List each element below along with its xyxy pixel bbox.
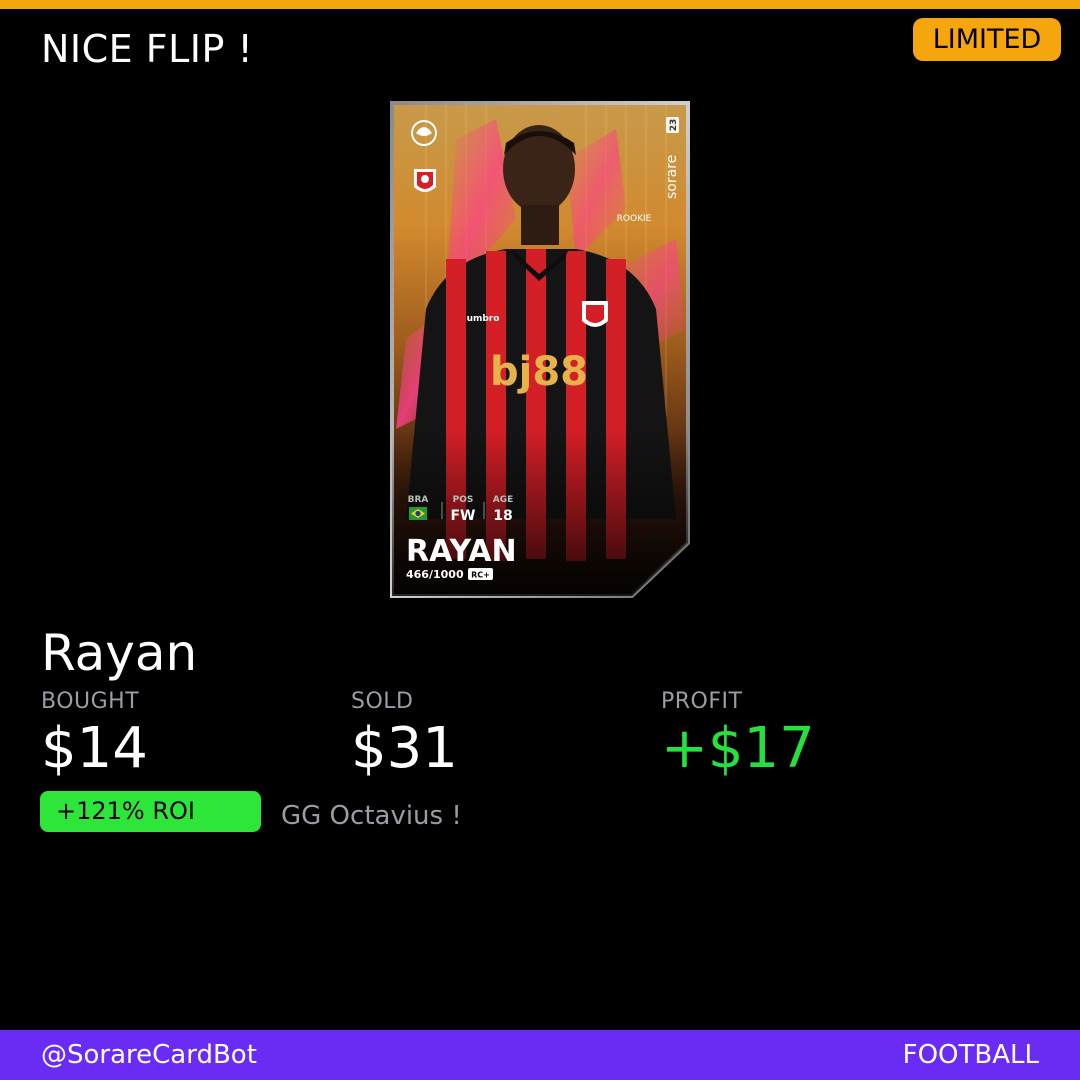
card-position: FW [450, 508, 475, 524]
card-serial-badge: RC+ [471, 571, 490, 580]
card-serial: 466/1000 [406, 568, 464, 581]
footer-bar: @SorareCardBot FOOTBALL [0, 1030, 1080, 1080]
bought-value: $14 [41, 716, 148, 781]
player-name: Rayan [41, 624, 198, 682]
season-badge: 23 [666, 117, 679, 133]
sold-label: SOLD [351, 689, 414, 714]
card-sponsor: bj88 [490, 349, 588, 395]
sorare-brand: sorare [664, 155, 680, 199]
footer-sport: FOOTBALL [902, 1040, 1039, 1070]
brazil-flag-icon [409, 507, 427, 520]
profit-label: PROFIT [661, 689, 743, 714]
rarity-badge: LIMITED [913, 18, 1061, 61]
top-accent-bar [0, 0, 1080, 9]
card-rookie-tag: ROOKIE [617, 214, 652, 224]
card-position-label: POS [453, 495, 474, 505]
profit-value: +$17 [661, 716, 815, 781]
afc-bournemouth-crest-icon [414, 169, 436, 192]
card-age-label: AGE [493, 495, 514, 505]
card-player-name: RAYAN [406, 534, 517, 569]
roi-badge: +121% ROI [40, 791, 261, 832]
nice-flip-post: NICE FLIP ! LIMITED bj88 umbro sorare 23… [0, 0, 1080, 1080]
congrats-message: GG Octavius ! [281, 801, 462, 831]
sold-value: $31 [351, 716, 458, 781]
player-card: bj88 umbro sorare 23 ROOKIE BRA POS AGE … [386, 99, 694, 600]
page-title: NICE FLIP ! [41, 27, 254, 71]
card-age: 18 [493, 508, 512, 524]
footer-handle: @SorareCardBot [41, 1040, 257, 1070]
card-season-text: 23 [669, 119, 679, 132]
card-nationality-label: BRA [408, 495, 429, 505]
card-kit-brand: umbro [467, 314, 500, 324]
player-card-art: bj88 umbro sorare 23 ROOKIE BRA POS AGE … [390, 101, 690, 598]
bought-label: BOUGHT [41, 689, 140, 714]
card-brand-text: sorare [664, 155, 680, 199]
